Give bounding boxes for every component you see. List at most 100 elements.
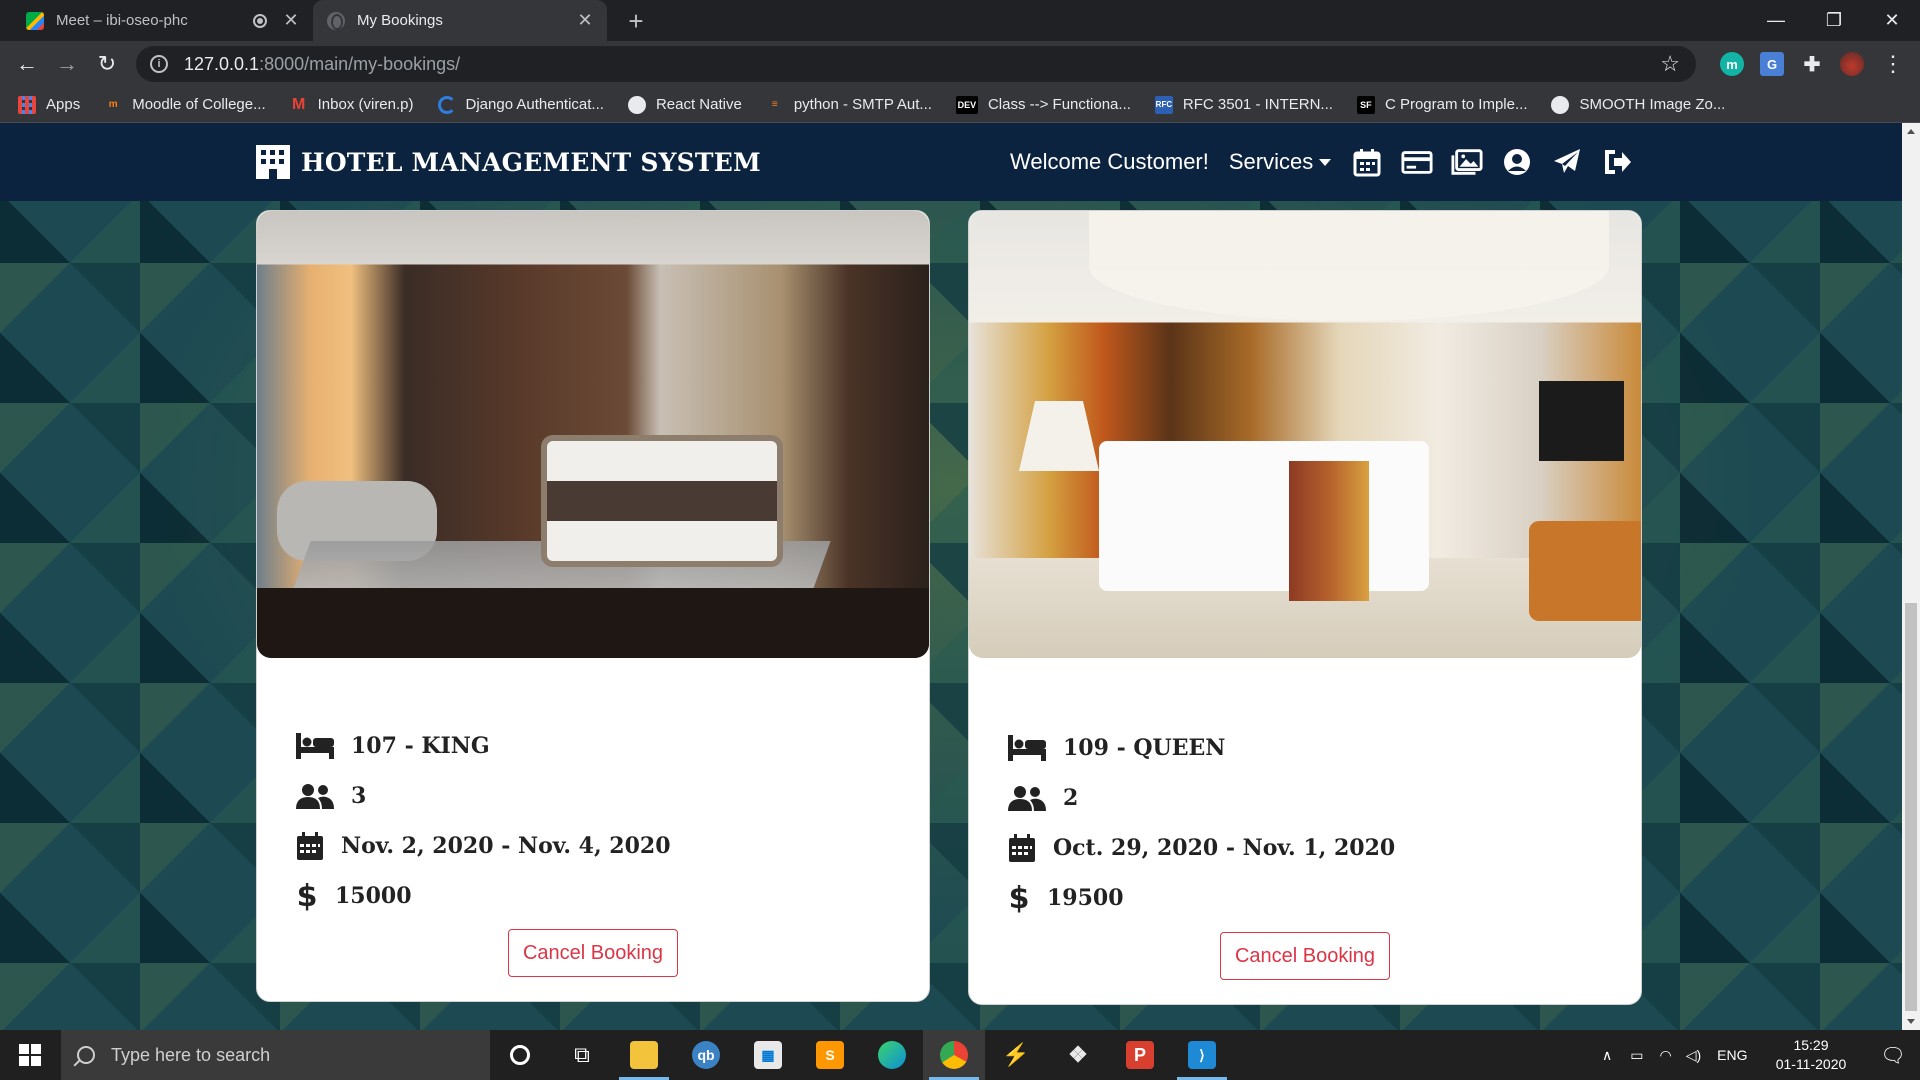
dropbox-icon[interactable]: ❖ [1047, 1030, 1109, 1080]
bookmark-apps[interactable]: Apps [18, 95, 80, 114]
new-tab-button[interactable]: + [622, 6, 650, 37]
booking-dates: Nov. 2, 2020 - Nov. 4, 2020 [341, 833, 671, 859]
sign-out-icon[interactable] [1601, 146, 1633, 178]
calendar-icon [293, 829, 327, 863]
edge-browser-icon[interactable] [861, 1030, 923, 1080]
google-meet-icon [26, 11, 44, 30]
extension-m-icon[interactable]: m [1720, 52, 1744, 76]
bookmark-inbox[interactable]: M Inbox (viren.p) [290, 96, 414, 114]
price-row: $ 15000 [293, 871, 671, 921]
tab-my-bookings[interactable]: My Bookings ✕ [313, 0, 607, 41]
moodle-icon: m [108, 99, 118, 110]
apps-grid-icon [18, 95, 36, 114]
services-dropdown[interactable]: Services [1228, 149, 1332, 175]
bookmark-smooth-zoom[interactable]: SMOOTH Image Zo... [1551, 95, 1725, 114]
user-circle-icon[interactable] [1501, 146, 1533, 178]
site-brand[interactable]: HOTEL MANAGEMENT SYSTEM [255, 145, 761, 179]
bookmark-label: Class --> Functiona... [987, 96, 1131, 113]
task-view-button[interactable]: ⧉ [551, 1030, 613, 1080]
language-indicator[interactable]: ENG [1717, 1047, 1747, 1063]
wifi-icon[interactable]: ◠ [1659, 1047, 1671, 1064]
forward-button[interactable]: → [52, 49, 82, 79]
sublime-text-icon[interactable]: S [799, 1030, 861, 1080]
windows-start-button[interactable] [0, 1030, 60, 1080]
booking-details: 109 - QUEEN 2 Oct. 29, 2020 - Nov. 1, 20… [1005, 723, 1395, 923]
users-icon [1005, 781, 1049, 815]
file-explorer-icon[interactable] [613, 1030, 675, 1080]
bookmark-python-smtp[interactable]: ≡ python - SMTP Aut... [766, 96, 932, 114]
cancel-booking-button[interactable]: Cancel Booking [1220, 932, 1390, 980]
clock-time: 15:29 [1793, 1037, 1829, 1053]
back-button[interactable]: ← [12, 49, 42, 79]
calendar-icon [1005, 831, 1039, 865]
scroll-down-icon[interactable] [1907, 1019, 1915, 1024]
restore-button[interactable]: ❐ [1806, 0, 1862, 41]
stackoverflow-icon: ≡ [771, 99, 778, 110]
dev-icon: DEV [955, 95, 978, 114]
globe-icon [1551, 95, 1570, 114]
close-tab-icon[interactable]: ✕ [575, 10, 595, 31]
browser-toolbar: ← → ↻ i 127.0.0.1:8000/main/my-bookings/… [0, 41, 1920, 87]
gallery-images-icon[interactable] [1451, 146, 1483, 178]
microsoft-store-icon[interactable]: ▦ [737, 1030, 799, 1080]
price-row: $ 19500 [1005, 873, 1395, 923]
dollar-icon: $ [1008, 880, 1030, 916]
page-viewport: HOTEL MANAGEMENT SYSTEM Welcome Customer… [0, 123, 1902, 1030]
brand-title: HOTEL MANAGEMENT SYSTEM [301, 147, 761, 177]
chrome-browser-icon[interactable] [923, 1030, 985, 1080]
rfc-icon: RFC [1154, 95, 1173, 114]
bookmark-rfc[interactable]: RFC RFC 3501 - INTERN... [1154, 95, 1333, 114]
close-window-button[interactable]: ✕ [1864, 0, 1920, 41]
paper-plane-icon[interactable] [1551, 146, 1583, 178]
battery-icon[interactable]: ▭ [1630, 1047, 1643, 1064]
booking-price: 19500 [1047, 885, 1124, 911]
recording-icon [253, 13, 267, 28]
taskbar-clock[interactable]: 15:29 01-11-2020 [1766, 1036, 1856, 1074]
menu-kebab-icon[interactable]: ⋮ [1878, 49, 1908, 79]
qbittorrent-icon[interactable]: qb [675, 1030, 737, 1080]
taskbar-search-box[interactable]: Type here to search [61, 1030, 490, 1080]
booking-price: 15000 [335, 883, 412, 909]
close-tab-icon[interactable]: ✕ [281, 10, 301, 31]
room-number: 109 - QUEEN [1063, 735, 1226, 761]
bookmark-react-native[interactable]: React Native [627, 95, 742, 114]
guest-count: 3 [351, 783, 367, 809]
postman-icon[interactable]: P [1109, 1030, 1171, 1080]
page-scrollbar[interactable] [1902, 123, 1920, 1030]
room-number: 107 - KING [351, 733, 490, 759]
services-label: Services [1228, 149, 1314, 174]
scroll-up-icon[interactable] [1907, 129, 1915, 134]
bookmark-moodle[interactable]: m Moodle of College... [104, 96, 266, 114]
bookmark-class-functional[interactable]: DEV Class --> Functiona... [955, 95, 1131, 114]
minimize-button[interactable]: — [1748, 0, 1804, 41]
powershell-icon[interactable]: ⚡ [985, 1030, 1047, 1080]
booking-card: 109 - QUEEN 2 Oct. 29, 2020 - Nov. 1, 20… [968, 210, 1642, 1005]
bookmark-django[interactable]: Django Authenticat... [437, 95, 604, 114]
users-icon [293, 779, 337, 813]
site-info-icon[interactable]: i [150, 55, 168, 73]
volume-icon[interactable]: ◁) [1686, 1047, 1701, 1064]
calendar-icon[interactable] [1351, 146, 1383, 178]
profile-avatar[interactable] [1840, 52, 1864, 76]
extensions-puzzle-icon[interactable]: ✚ [1800, 52, 1824, 76]
address-bar[interactable]: i 127.0.0.1:8000/main/my-bookings/ ☆ [136, 46, 1696, 82]
cancel-booking-button[interactable]: Cancel Booking [508, 929, 678, 977]
tab-title: Meet – ibi-oseo-phc [56, 12, 188, 29]
welcome-text: Welcome Customer! [1010, 149, 1209, 174]
cortana-button[interactable] [489, 1030, 551, 1080]
tab-meet[interactable]: Meet – ibi-oseo-phc ✕ [8, 0, 313, 41]
site-navbar: HOTEL MANAGEMENT SYSTEM Welcome Customer… [0, 123, 1902, 201]
scrollbar-thumb[interactable] [1905, 603, 1917, 1011]
bed-icon [293, 729, 337, 763]
credit-card-icon[interactable] [1401, 146, 1433, 178]
notification-center-icon[interactable]: 🗨 [1866, 1030, 1920, 1080]
booking-dates: Oct. 29, 2020 - Nov. 1, 2020 [1053, 835, 1396, 861]
django-icon [437, 95, 456, 114]
vscode-icon[interactable]: ⟩ [1171, 1030, 1233, 1080]
show-hidden-icons-chevron[interactable]: ∧ [1602, 1047, 1612, 1064]
caret-down-icon [1319, 158, 1332, 166]
reload-button[interactable]: ↻ [92, 49, 122, 79]
google-translate-icon[interactable]: G [1760, 52, 1784, 76]
bookmark-c-program[interactable]: SF C Program to Imple... [1356, 95, 1527, 114]
bookmark-star-icon[interactable]: ☆ [1660, 51, 1680, 77]
